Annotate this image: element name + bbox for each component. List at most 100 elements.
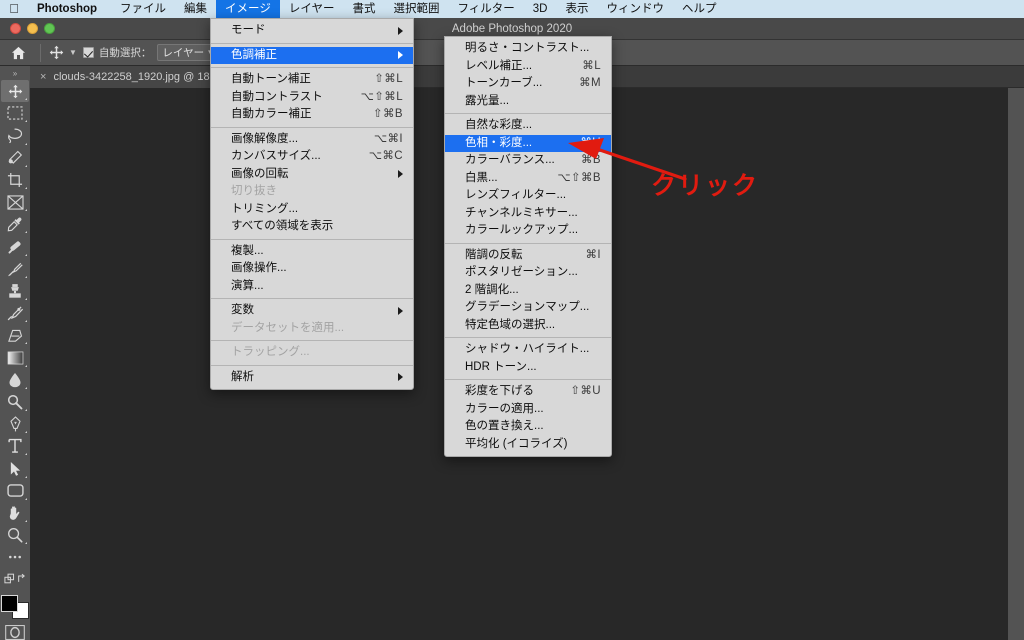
auto-select-checkbox[interactable] [82, 47, 94, 58]
menu-item[interactable]: ポスタリゼーション... [445, 264, 611, 282]
mac-menu-item-photoshop[interactable]: Photoshop [28, 0, 111, 18]
menu-item[interactable]: 色調補正 [211, 46, 413, 64]
menu-item[interactable]: 特定色域の選択... [445, 317, 611, 335]
move-tool-icon[interactable] [45, 45, 67, 60]
tool-corner-marker [25, 253, 27, 256]
move-tool-chevron-down-icon[interactable]: ▼ [69, 48, 77, 57]
crop-tool[interactable] [1, 169, 29, 191]
menu-item[interactable]: すべての領域を表示 [211, 218, 413, 236]
menu-item-label: 自動カラー補正 [231, 108, 312, 120]
menu-item[interactable]: カラーの適用... [445, 401, 611, 419]
menu-item[interactable]: トーンカーブ... ⌘M [445, 75, 611, 93]
menu-item[interactable]: 自動トーン補正 ⇧⌘L [211, 71, 413, 89]
menu-item-shortcut: ⌘L [582, 59, 601, 72]
edit-toolbar-button[interactable] [1, 546, 29, 568]
menu-item[interactable]: 画像解像度... ⌥⌘I [211, 131, 413, 149]
quick-selection-tool[interactable] [1, 147, 29, 169]
menu-item[interactable]: 2 階調化... [445, 282, 611, 300]
menu-item[interactable]: シャドウ・ハイライト... [445, 341, 611, 359]
eyedropper-tool[interactable] [1, 213, 29, 235]
close-icon[interactable]: × [40, 71, 46, 83]
mac-menu-item-select[interactable]: 選択範囲 [384, 0, 448, 18]
mac-menu-item-filter[interactable]: フィルター [448, 0, 523, 18]
menu-item[interactable]: グラデーションマップ... [445, 299, 611, 317]
menu-item[interactable]: 彩度を下げる ⇧⌘U [445, 383, 611, 401]
menu-item-label: 切り抜き [231, 185, 277, 197]
menu-item[interactable]: カラーバランス... ⌘B [445, 152, 611, 170]
menu-item[interactable]: 平均化 (イコライズ) [445, 436, 611, 454]
toolbar-grip[interactable]: » [13, 68, 17, 80]
lasso-tool[interactable] [1, 124, 29, 146]
right-panel-rail [1008, 88, 1024, 640]
pen-tool[interactable] [1, 413, 29, 435]
mac-menu-item-view[interactable]: 表示 [556, 0, 597, 18]
menu-item[interactable]: 複製... [211, 243, 413, 261]
document-tab[interactable]: × clouds-3422258_1920.jpg @ 18 [30, 65, 222, 88]
mac-menu-item-layer[interactable]: レイヤー [280, 0, 344, 18]
quick-mask-icon[interactable] [4, 624, 26, 640]
type-tool[interactable] [1, 435, 29, 457]
submenu-arrow-icon [398, 306, 403, 315]
marquee-tool[interactable] [1, 102, 29, 124]
menu-separator [445, 242, 611, 244]
swap-default-colors-row[interactable] [1, 568, 29, 590]
foreground-color-swatch[interactable] [1, 594, 18, 612]
menu-item-label: カラールックアップ... [465, 224, 579, 236]
mac-menu-item-file[interactable]: ファイル [111, 0, 175, 18]
menu-item[interactable]: 色の置き換え... [445, 418, 611, 436]
menu-item[interactable]: レベル補正... ⌘L [445, 58, 611, 76]
move-tool[interactable] [1, 80, 29, 103]
mac-menu-item-help[interactable]: ヘルプ [673, 0, 726, 18]
menu-item[interactable]: カンバスサイズ... ⌥⌘C [211, 148, 413, 166]
mac-menu-item-window[interactable]: ウィンドウ [597, 0, 673, 18]
menu-item: データセットを適用... [211, 320, 413, 338]
menu-item[interactable]: 露光量... [445, 93, 611, 111]
eraser-tool[interactable] [1, 324, 29, 346]
menu-item[interactable]: 自動コントラスト ⌥⇧⌘L [211, 89, 413, 107]
mac-menu-item-edit[interactable]: 編集 [175, 0, 216, 18]
mac-menu-item-3d[interactable]: 3D [524, 0, 557, 18]
brush-tool[interactable] [1, 258, 29, 280]
menu-item[interactable]: HDR トーン... [445, 359, 611, 377]
home-icon[interactable] [0, 46, 36, 60]
rectangle-tool[interactable] [1, 480, 29, 502]
healing-brush-tool[interactable] [1, 235, 29, 257]
image-menu[interactable]: モード色調補正自動トーン補正 ⇧⌘L 自動コントラスト ⌥⇧⌘L 自動カラー補正 ⇧⌘B 画… [210, 18, 414, 390]
menu-item[interactable]: 明るさ・コントラスト... [445, 40, 611, 58]
apple-icon[interactable]:  [0, 2, 28, 17]
color-swatches[interactable] [1, 594, 29, 619]
frame-tool[interactable] [1, 191, 29, 213]
adjustments-submenu[interactable]: 明るさ・コントラスト... レベル補正... ⌘L トーンカーブ... ⌘M 露光量...… [444, 36, 612, 457]
menu-item[interactable]: 白黒... ⌥⇧⌘B [445, 170, 611, 188]
menu-item-label: 画像操作... [231, 262, 287, 274]
dodge-tool[interactable] [1, 391, 29, 413]
blur-tool[interactable] [1, 369, 29, 391]
menu-item[interactable]: 自然な彩度... [445, 117, 611, 135]
clone-stamp-tool[interactable] [1, 280, 29, 302]
menu-item[interactable]: 変数 [211, 302, 413, 320]
menu-item[interactable]: 画像の回転 [211, 166, 413, 184]
mac-menu-item-image[interactable]: イメージ [216, 0, 280, 18]
menu-item[interactable]: 色相・彩度... ⌘U [445, 134, 611, 152]
menu-item[interactable]: 自動カラー補正 ⇧⌘B [211, 106, 413, 124]
menu-item-shortcut: ⇧⌘B [372, 108, 403, 120]
auto-select-checkbox-group[interactable]: 自動選択： [82, 45, 151, 60]
history-brush-tool[interactable] [1, 302, 29, 324]
menu-item[interactable]: レンズフィルター... [445, 187, 611, 205]
menu-item[interactable]: トリミング... [211, 201, 413, 219]
path-selection-tool[interactable] [1, 457, 29, 479]
menu-item[interactable]: 階調の反転 ⌘I [445, 247, 611, 265]
menu-item[interactable]: カラールックアップ... [445, 222, 611, 240]
gradient-tool[interactable] [1, 346, 29, 368]
hand-tool[interactable] [1, 502, 29, 524]
mac-menu-item-type[interactable]: 書式 [343, 0, 384, 18]
menu-item[interactable]: 演算... [211, 278, 413, 296]
menu-item[interactable]: 解析 [211, 369, 413, 387]
menu-item[interactable]: 画像操作... [211, 260, 413, 278]
submenu-arrow-icon [398, 51, 403, 60]
menu-item[interactable]: チャンネルミキサー... [445, 205, 611, 223]
menu-item[interactable]: モード [211, 22, 413, 40]
zoom-tool[interactable] [1, 524, 29, 546]
menu-separator [211, 340, 413, 341]
tool-corner-marker [25, 386, 27, 389]
